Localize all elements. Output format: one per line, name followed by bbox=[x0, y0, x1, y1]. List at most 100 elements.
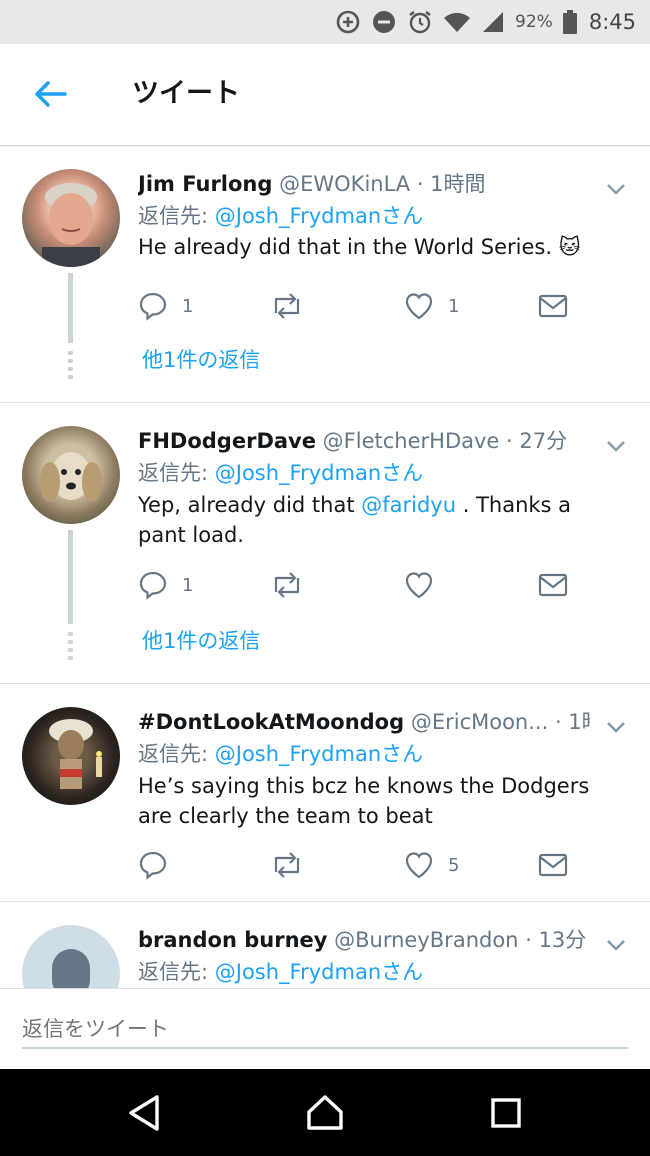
like-button[interactable]: 1 bbox=[404, 289, 459, 323]
dm-button[interactable] bbox=[538, 568, 568, 602]
reply-icon bbox=[139, 571, 167, 600]
reply-count: 1 bbox=[182, 574, 194, 596]
reply-input[interactable] bbox=[22, 1011, 628, 1049]
reply-bar bbox=[0, 988, 650, 1069]
mail-icon bbox=[539, 576, 567, 589]
reply-icon bbox=[139, 292, 167, 321]
avatar[interactable] bbox=[22, 925, 120, 988]
reply-button[interactable]: 1 bbox=[138, 289, 193, 323]
user-name[interactable]: brandon burney bbox=[138, 928, 327, 952]
tweet-header: brandon burney @BurneyBrandon · 13分 bbox=[138, 925, 590, 955]
tweet-item[interactable]: FHDodgerDave @FletcherHDave · 27分 返信先: @… bbox=[0, 404, 650, 684]
chevron-down-icon[interactable] bbox=[604, 177, 628, 201]
reply-to: 返信先: @Josh_Frydmanさん bbox=[138, 957, 423, 987]
reply-mention[interactable]: @Josh_Frydmanさん bbox=[215, 742, 423, 766]
heart-icon bbox=[405, 293, 433, 320]
reply-mention[interactable]: @Josh_Frydmanさん bbox=[215, 204, 423, 228]
heart-icon bbox=[405, 852, 433, 879]
reply-to: 返信先: @Josh_Frydmanさん bbox=[138, 739, 423, 769]
chevron-down-icon[interactable] bbox=[604, 715, 628, 739]
tweet-header: Jim Furlong @EWOKinLA · 1時間 bbox=[138, 169, 590, 199]
user-name[interactable]: #DontLookAtMoondog bbox=[138, 710, 404, 734]
tweet-time: · 27分 bbox=[506, 429, 568, 453]
reply-prefix: 返信先: bbox=[138, 204, 215, 228]
tweet-actions: 1 bbox=[138, 568, 578, 602]
app-header: ツイート bbox=[0, 44, 650, 146]
reply-count: 1 bbox=[182, 295, 194, 317]
retweet-button[interactable] bbox=[270, 848, 318, 882]
nav-home-button[interactable] bbox=[303, 1091, 347, 1135]
tweet-time: · 13分 bbox=[525, 928, 587, 952]
reply-mention[interactable]: @Josh_Frydmanさん bbox=[215, 960, 423, 984]
thread-line bbox=[68, 273, 73, 343]
chevron-down-icon[interactable] bbox=[604, 933, 628, 957]
alarm-icon bbox=[407, 9, 433, 35]
text-mention[interactable]: @faridyu bbox=[361, 493, 456, 517]
retweet-icon bbox=[274, 852, 300, 878]
like-button[interactable] bbox=[404, 568, 448, 602]
tweet-text: Yep, already did that @faridyu . Thanks … bbox=[138, 490, 610, 550]
reply-to: 返信先: @Josh_Frydmanさん bbox=[138, 458, 423, 488]
signal-icon bbox=[481, 10, 505, 34]
nav-back-icon bbox=[129, 1095, 159, 1131]
user-name[interactable]: Jim Furlong bbox=[138, 172, 272, 196]
user-handle: @FletcherHDave bbox=[322, 429, 500, 453]
like-button[interactable]: 5 bbox=[404, 848, 459, 882]
tweet-item[interactable]: brandon burney @BurneyBrandon · 13分 返信先:… bbox=[0, 903, 650, 988]
wifi-icon bbox=[443, 10, 471, 34]
system-nav-bar bbox=[0, 1069, 650, 1156]
do-not-disturb-icon bbox=[371, 9, 397, 35]
thread-line bbox=[68, 530, 73, 624]
nav-back-button[interactable] bbox=[122, 1091, 166, 1135]
tweet-item[interactable]: Jim Furlong @EWOKinLA · 1時間 返信先: @Josh_F… bbox=[0, 147, 650, 403]
like-count: 1 bbox=[448, 295, 460, 317]
tweet-header: FHDodgerDave @FletcherHDave · 27分 bbox=[138, 426, 590, 456]
reply-prefix: 返信先: bbox=[138, 742, 215, 766]
reply-button[interactable] bbox=[138, 848, 182, 882]
retweet-icon bbox=[274, 572, 300, 598]
more-replies-link[interactable]: 他1件の返信 bbox=[142, 626, 260, 656]
thread-dots bbox=[68, 632, 73, 660]
tweet-header: #DontLookAtMoondog @EricMoon... · 1時間 bbox=[138, 707, 590, 737]
thread-dots bbox=[68, 351, 73, 379]
clock: 8:45 bbox=[588, 10, 636, 34]
user-handle: @EWOKinLA bbox=[279, 172, 411, 196]
avatar[interactable] bbox=[22, 426, 120, 524]
reply-prefix: 返信先: bbox=[138, 960, 215, 984]
retweet-button[interactable] bbox=[270, 289, 318, 323]
user-handle: @EricMoon... bbox=[410, 710, 549, 734]
more-replies-link[interactable]: 他1件の返信 bbox=[142, 345, 260, 375]
dm-button[interactable] bbox=[538, 848, 568, 882]
nav-recents-icon bbox=[491, 1098, 521, 1128]
reply-icon bbox=[139, 851, 167, 880]
tweet-text: He’s saying this bcz he knows the Dodger… bbox=[138, 774, 590, 828]
nav-home-icon bbox=[307, 1095, 343, 1130]
chevron-down-icon[interactable] bbox=[604, 434, 628, 458]
reply-to: 返信先: @Josh_Frydmanさん bbox=[138, 201, 423, 231]
avatar[interactable] bbox=[22, 169, 120, 267]
nav-recents-button[interactable] bbox=[484, 1091, 528, 1135]
back-arrow-icon bbox=[33, 80, 67, 112]
user-handle: @BurneyBrandon bbox=[334, 928, 519, 952]
tweet-time: · 1時間 bbox=[554, 710, 590, 734]
retweet-icon bbox=[274, 293, 300, 319]
reply-button[interactable]: 1 bbox=[138, 568, 193, 602]
dm-button[interactable] bbox=[538, 289, 568, 323]
like-count: 5 bbox=[448, 854, 460, 876]
heart-icon bbox=[405, 572, 433, 599]
tweet-actions: 5 bbox=[138, 848, 578, 882]
tweet-actions: 1 1 bbox=[138, 289, 578, 323]
tweet-text-part: Yep, already did that bbox=[138, 493, 362, 517]
status-bar: 92% 8:45 bbox=[0, 0, 650, 44]
user-name[interactable]: FHDodgerDave bbox=[138, 429, 316, 453]
mail-icon bbox=[539, 297, 567, 310]
battery-percentage: 92% bbox=[515, 12, 553, 32]
mail-icon bbox=[539, 856, 567, 869]
tweet-item[interactable]: #DontLookAtMoondog @EricMoon... · 1時間 返信… bbox=[0, 685, 650, 902]
reply-mention[interactable]: @Josh_Frydmanさん bbox=[215, 461, 423, 485]
back-button[interactable] bbox=[28, 74, 72, 118]
tweet-time: · 1時間 bbox=[416, 172, 486, 196]
avatar[interactable] bbox=[22, 707, 120, 805]
retweet-button[interactable] bbox=[270, 568, 318, 602]
reply-prefix: 返信先: bbox=[138, 461, 215, 485]
